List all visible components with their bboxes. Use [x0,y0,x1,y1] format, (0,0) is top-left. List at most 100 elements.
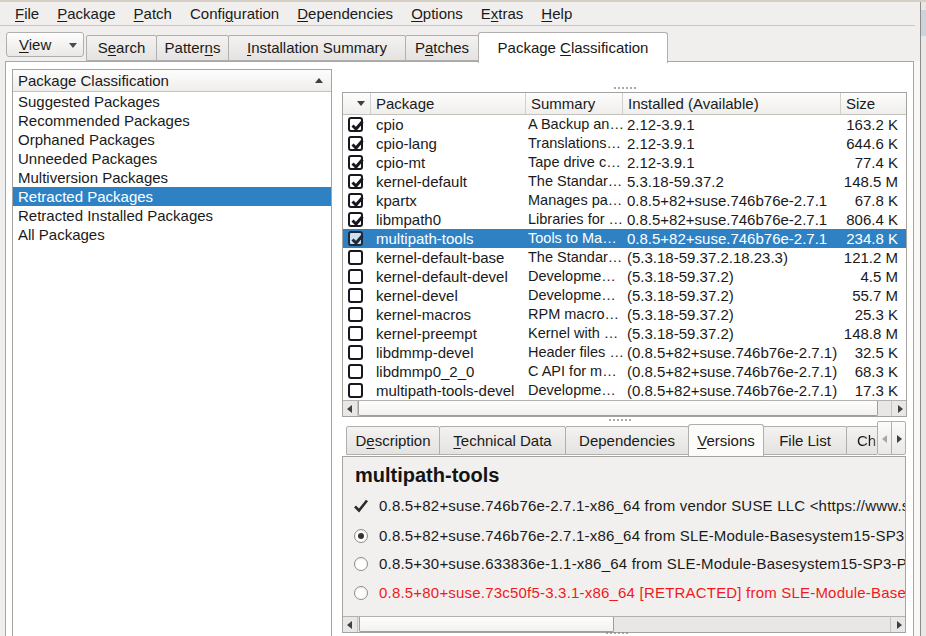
size-cell: 234.8 K [841,229,906,248]
column-header-status[interactable] [343,93,371,114]
list-header[interactable]: Package Classification [13,70,331,92]
version-entry[interactable]: 0.8.5+30+suse.633836e-1.1-x86_64 from SL… [343,554,906,574]
version-entry[interactable]: 0.8.5+82+suse.746b76e-2.7.1-x86_64 from … [343,526,906,546]
table-row-libdmmp0_2_0[interactable]: libdmmp0_2_0C API for m…(0.8.5+82+suse.7… [343,362,906,381]
row-checkbox[interactable] [348,174,363,189]
scroll-right-button[interactable] [890,617,905,632]
table-row-kernel-default-base[interactable]: kernel-default-baseThe Standar…(5.3.18-5… [343,248,906,267]
package-table: PackageSummaryInstalled (Available)Size … [342,92,907,417]
menu-help[interactable]: Help [532,2,581,25]
menu-package[interactable]: Package [48,2,124,25]
table-row-kpartx[interactable]: kpartxManages pa…0.8.5+82+suse.746b76e-2… [343,191,906,210]
row-checkbox[interactable] [348,155,363,170]
row-checkbox[interactable] [348,269,363,284]
version-radio-button[interactable] [354,557,368,571]
row-checkbox[interactable] [348,288,363,303]
column-header-size[interactable]: Size [841,93,906,114]
list-item-orphaned-packages[interactable]: Orphaned Packages [13,130,331,149]
view-button[interactable]: View [6,32,84,57]
scroll-right-button[interactable] [891,401,906,416]
arrow-right-icon [897,435,902,443]
table-row-kernel-macros[interactable]: kernel-macrosRPM macro…(5.3.18-59.37.2)2… [343,305,906,324]
list-item-retracted-packages[interactable]: Retracted Packages [13,187,331,206]
summary-cell: The Standar… [526,248,623,267]
table-row-kernel-default-devel[interactable]: kernel-default-develDevelopme…(5.3.18-59… [343,267,906,286]
row-checkbox[interactable] [348,326,363,341]
version-radio-button[interactable] [354,586,368,600]
status-cell [343,267,371,286]
detail-tab-versions[interactable]: Versions [688,424,764,456]
installed-available-cell: 2.12-3.9.1 [623,153,841,172]
dropdown-arrow-icon [69,43,77,48]
summary-cell: Translations… [526,134,623,153]
tab-scroll-right-button[interactable] [891,421,906,455]
menu-options[interactable]: Options [402,2,472,25]
table-row-cpio-lang[interactable]: cpio-langTranslations…2.12-3.9.1644.6 K [343,134,906,153]
list-item-recommended-packages[interactable]: Recommended Packages [13,111,331,130]
detail-tab-dependencies[interactable]: Dependencies [565,426,689,455]
table-row-cpio-mt[interactable]: cpio-mtTape drive c…2.12-3.9.177.4 K [343,153,906,172]
menu-configuration[interactable]: Configuration [181,2,288,25]
row-checkbox[interactable] [348,136,363,151]
table-row-libmpath0[interactable]: libmpath0Libraries for …0.8.5+82+suse.74… [343,210,906,229]
scroll-left-button[interactable] [343,401,358,416]
version-radio-button[interactable] [354,529,368,543]
row-checkbox[interactable] [348,383,363,398]
detail-tab-description[interactable]: Description [346,426,440,455]
tab-patterns[interactable]: Patterns [156,35,229,61]
table-row-multipath-tools[interactable]: multipath-toolsTools to Ma…0.8.5+82+suse… [343,229,906,248]
column-header-summary[interactable]: Summary [526,93,623,114]
menu-patch[interactable]: Patch [125,2,181,25]
column-header-installed-available[interactable]: Installed (Available) [623,93,841,114]
installed-available-cell: (5.3.18-59.37.2) [623,324,841,343]
version-entry[interactable]: 0.8.5+80+suse.73c50f5-3.3.1-x86_64 [RETR… [343,583,906,603]
check-icon [349,231,366,248]
tab-package-classification[interactable]: Package Classification [478,32,668,63]
scrollbar-thumb[interactable] [359,617,614,632]
table-row-kernel-preempt[interactable]: kernel-preemptKernel with …(5.3.18-59.37… [343,324,906,343]
row-checkbox[interactable] [348,364,363,379]
list-item-multiversion-packages[interactable]: Multiversion Packages [13,168,331,187]
summary-cell: The Standar… [526,172,623,191]
table-row-cpio[interactable]: cpioA Backup an…2.12-3.9.1163.2 K [343,115,906,134]
tab-installation-summary[interactable]: Installation Summary [228,35,406,61]
row-checkbox[interactable] [348,212,363,227]
tab-patches[interactable]: Patches [405,35,479,61]
row-checkbox[interactable] [348,250,363,265]
version-entry[interactable]: 0.8.5+82+suse.746b76e-2.7.1-x86_64 from … [343,496,906,516]
scroll-left-button[interactable] [343,617,358,632]
list-item-suggested-packages[interactable]: Suggested Packages [13,92,331,111]
status-cell [343,172,371,191]
table-row-kernel-default[interactable]: kernel-defaultThe Standar…5.3.18-59.37.2… [343,172,906,191]
table-row-multipath-tools-devel[interactable]: multipath-tools-develDevelopme…(0.8.5+82… [343,381,906,400]
row-checkbox[interactable] [348,193,363,208]
summary-cell: Developme… [526,267,623,286]
detail-tab-file-list[interactable]: File List [763,426,847,455]
menu-file[interactable]: File [6,2,48,25]
tab-scroll-left-button[interactable] [877,421,892,455]
package-name-heading: multipath-tools [355,464,499,487]
status-cell [343,229,371,248]
row-checkbox[interactable] [348,117,363,132]
middle-splitter-handle[interactable] [609,419,631,421]
menu-dependencies[interactable]: Dependencies [288,2,402,25]
scrollbar-thumb[interactable] [358,401,878,416]
row-checkbox[interactable] [348,231,363,246]
column-header-package[interactable]: Package [371,93,526,114]
bottom-splitter-handle[interactable] [606,632,628,634]
top-splitter-handle[interactable] [614,87,636,89]
row-checkbox[interactable] [348,345,363,360]
list-item-all-packages[interactable]: All Packages [13,225,331,244]
row-checkbox[interactable] [348,307,363,322]
table-header: PackageSummaryInstalled (Available)Size [343,93,906,115]
list-item-unneeded-packages[interactable]: Unneeded Packages [13,149,331,168]
summary-cell: RPM macro… [526,305,623,324]
table-row-kernel-devel[interactable]: kernel-develDevelopme…(5.3.18-59.37.2)55… [343,286,906,305]
detail-tab-technical-data[interactable]: Technical Data [439,426,566,455]
menu-extras[interactable]: Extras [472,2,533,25]
installed-available-cell: (5.3.18-59.37.2.18.23.3) [623,248,841,267]
splitter-dot [629,419,631,421]
table-row-libdmmp-devel[interactable]: libdmmp-develHeader files …(0.8.5+82+sus… [343,343,906,362]
list-item-retracted-installed-packages[interactable]: Retracted Installed Packages [13,206,331,225]
tab-search[interactable]: Search [86,35,157,61]
